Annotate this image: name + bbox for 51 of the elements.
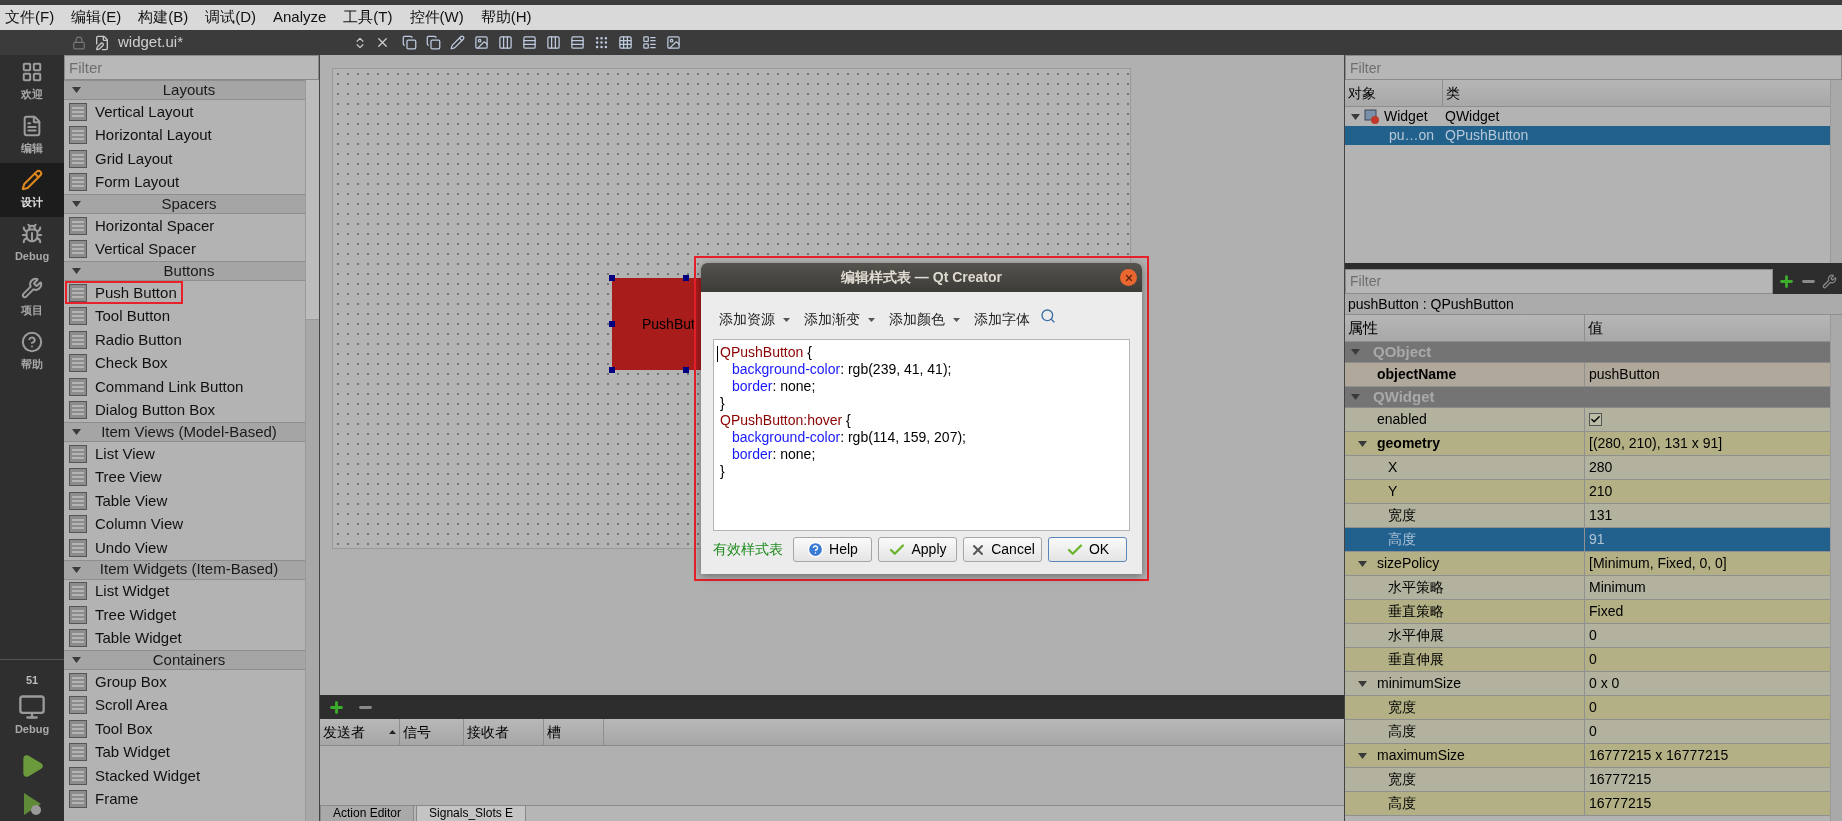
property-value: 280 <box>1589 458 1613 477</box>
dialog-title: 编辑样式表 — Qt Creator <box>840 268 1003 287</box>
property-name: 高度 <box>1388 530 1416 549</box>
property-name: 水平策略 <box>1388 578 1444 597</box>
property-value: 91 <box>1589 530 1605 549</box>
property-name: Y <box>1388 482 1398 501</box>
category-title: Spacers <box>160 193 218 214</box>
category-title: Buttons <box>162 260 216 281</box>
property-name: 宽度 <box>1388 506 1416 525</box>
property-value: 16777215 <box>1589 770 1652 789</box>
property-name: 宽度 <box>1388 698 1416 717</box>
property-name: 高度 <box>1388 722 1416 741</box>
property-value: 0 <box>1589 650 1597 669</box>
property-value: 0 <box>1589 722 1597 741</box>
property-value: Minimum <box>1589 578 1646 597</box>
property-value: 16777215 x 16777215 <box>1589 746 1729 765</box>
property-value: 0 <box>1589 698 1597 717</box>
property-name: minimumSize <box>1377 674 1461 693</box>
status-text: 有效样式表 <box>713 540 783 559</box>
property-name: geometry <box>1377 434 1441 453</box>
property-value: pushButton <box>1589 365 1660 384</box>
property-value: Fixed <box>1589 602 1624 621</box>
property-name: sizePolicy <box>1377 554 1440 573</box>
code-line: border: none; <box>731 378 816 395</box>
category-title: Item Widgets (Item-Based) <box>98 559 280 580</box>
property-value: 0 x 0 <box>1589 674 1620 693</box>
property-name: enabled <box>1377 410 1427 429</box>
property-value: [(280, 210), 131 x 91] <box>1589 434 1723 453</box>
object-class-label: pushButton : QPushButton <box>1345 294 1842 315</box>
property-name: maximumSize <box>1377 746 1465 765</box>
property-name: 宽度 <box>1388 770 1416 789</box>
code-line: } <box>720 463 725 480</box>
property-value: [Minimum, Fixed, 0, 0] <box>1589 554 1727 573</box>
code-line: background-color: rgb(114, 159, 207); <box>731 429 966 446</box>
property-name: objectName <box>1377 365 1457 384</box>
code-line: QPushButton:hover { <box>720 412 851 429</box>
property-name: 水平伸展 <box>1388 626 1444 645</box>
property-name: 高度 <box>1388 794 1416 813</box>
code-line: } <box>720 395 725 412</box>
category-title: Layouts <box>161 80 217 100</box>
code-line: border: none; <box>731 446 816 463</box>
property-name: 垂直策略 <box>1388 602 1444 621</box>
property-name: X <box>1388 458 1398 477</box>
property-value: 16777215 <box>1589 794 1652 813</box>
property-value: 131 <box>1589 506 1613 525</box>
property-value: 0 <box>1589 626 1597 645</box>
category-title: Item Views (Model-Based) <box>100 421 278 442</box>
build-count: 51 <box>25 673 39 688</box>
category-title: Containers <box>151 649 227 670</box>
property-value: 210 <box>1589 482 1613 501</box>
property-name: 垂直伸展 <box>1388 650 1444 669</box>
